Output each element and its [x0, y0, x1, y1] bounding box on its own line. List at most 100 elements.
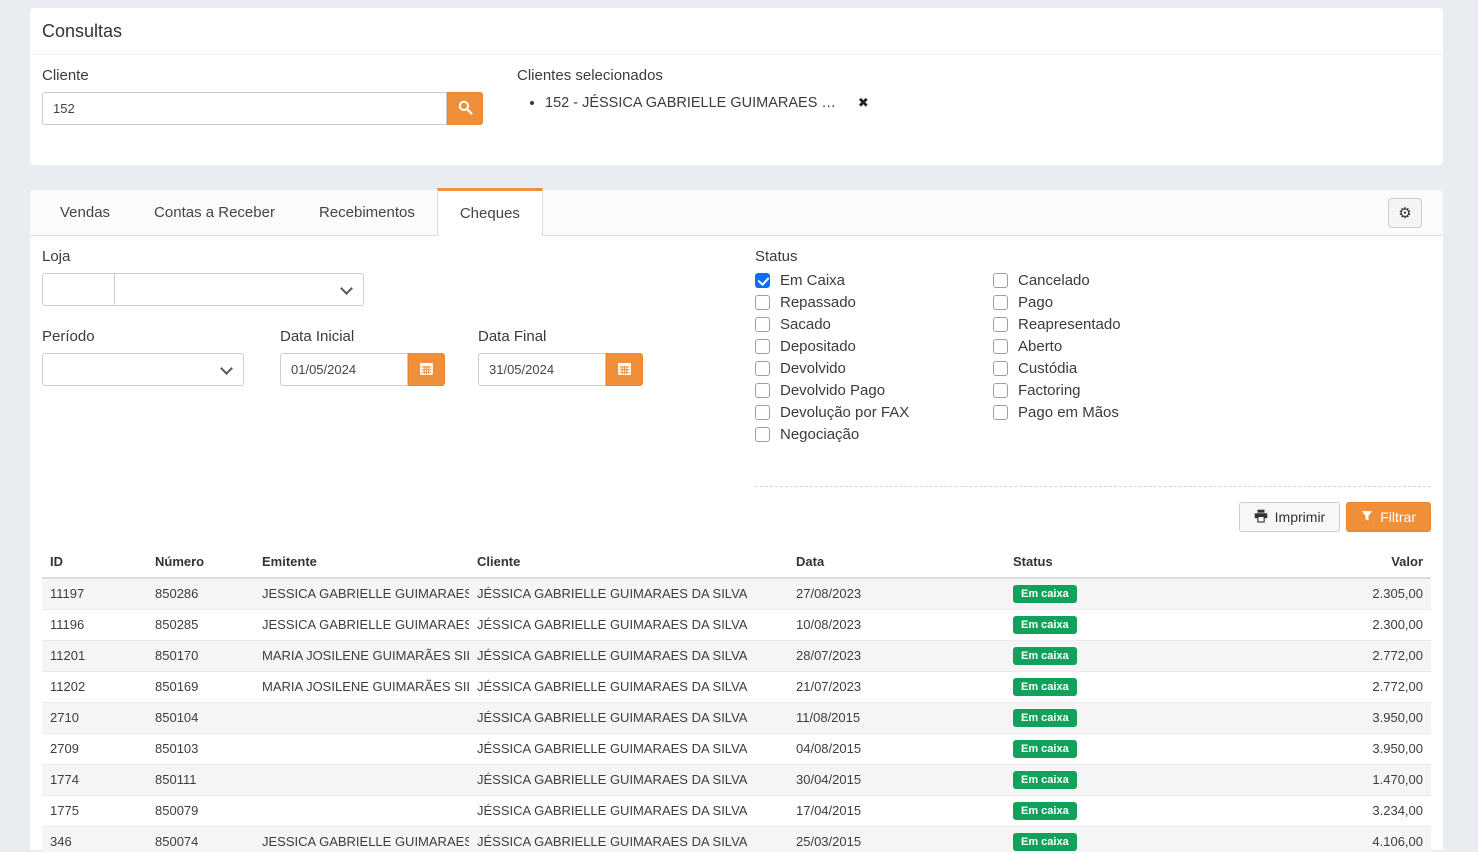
status-option-label: Devolução por FAX: [780, 405, 909, 420]
status-option-sacado[interactable]: Sacado: [755, 317, 993, 332]
table-row[interactable]: 11202850169MARIA JOSILENE GUIMARÃES SILV…: [42, 671, 1431, 702]
table-row[interactable]: 1774850111JÉSSICA GABRIELLE GUIMARAES DA…: [42, 764, 1431, 795]
cheques-table-body: 11197850286JESSICA GABRIELLE GUIMARAES D…: [42, 578, 1431, 852]
cliente-search-input[interactable]: [42, 92, 447, 125]
cliente-search-button[interactable]: [447, 92, 483, 125]
checkbox-icon[interactable]: [993, 405, 1008, 420]
table-row[interactable]: 1775850079JÉSSICA GABRIELLE GUIMARAES DA…: [42, 795, 1431, 826]
data-inicial-label: Data Inicial: [280, 328, 445, 345]
status-option-pago-em-mãos[interactable]: Pago em Mãos: [993, 405, 1121, 420]
cell-data: 30/04/2015: [788, 764, 1005, 795]
status-option-depositado[interactable]: Depositado: [755, 339, 993, 354]
cell-data: 25/03/2015: [788, 826, 1005, 852]
cell-emitente: JESSICA GABRIELLE GUIMARAES D…: [254, 578, 469, 609]
status-option-cancelado[interactable]: Cancelado: [993, 273, 1121, 288]
checkbox-icon[interactable]: [993, 317, 1008, 332]
cell-status: Em caixa: [1005, 671, 1205, 702]
checkbox-checked-icon[interactable]: [755, 273, 770, 288]
status-badge: Em caixa: [1013, 709, 1077, 727]
checkbox-icon[interactable]: [993, 361, 1008, 376]
checkbox-icon[interactable]: [993, 383, 1008, 398]
cell-valor: 2.772,00: [1205, 640, 1431, 671]
selected-client-item: 152 - JÉSSICA GABRIELLE GUIMARAES …✖: [545, 95, 869, 111]
cell-valor: 3.950,00: [1205, 702, 1431, 733]
checkbox-icon[interactable]: [755, 427, 770, 442]
cell-valor: 2.305,00: [1205, 578, 1431, 609]
data-inicial-input[interactable]: [280, 353, 408, 386]
loja-code-input[interactable]: [42, 273, 115, 306]
cell-id: 1775: [42, 795, 147, 826]
cell-emitente: MARIA JOSILENE GUIMARÃES SILVA: [254, 671, 469, 702]
table-row[interactable]: 2710850104JÉSSICA GABRIELLE GUIMARAES DA…: [42, 702, 1431, 733]
cell-status: Em caixa: [1005, 764, 1205, 795]
page-title: Consultas: [30, 8, 1443, 55]
status-option-devolvido-pago[interactable]: Devolvido Pago: [755, 383, 993, 398]
cell-status: Em caixa: [1005, 702, 1205, 733]
imprimir-button-label: Imprimir: [1275, 509, 1326, 525]
loja-select[interactable]: [114, 273, 364, 306]
cell-emitente: JESSICA GABRIELLE GUIMARAES SILVA: [254, 826, 469, 852]
status-option-pago[interactable]: Pago: [993, 295, 1121, 310]
checkbox-icon[interactable]: [755, 317, 770, 332]
status-badge: Em caixa: [1013, 740, 1077, 758]
cheques-table: ID Número Emitente Cliente Data Status V…: [42, 546, 1431, 852]
results-panel: VendasContas a ReceberRecebimentosCheque…: [30, 190, 1443, 850]
data-final-calendar-button[interactable]: [606, 353, 643, 386]
checkbox-icon[interactable]: [993, 273, 1008, 288]
cell-valor: 1.470,00: [1205, 764, 1431, 795]
data-final-input[interactable]: [478, 353, 606, 386]
filtrar-button-label: Filtrar: [1380, 509, 1416, 525]
col-header-cliente: Cliente: [469, 546, 788, 578]
table-row[interactable]: 11196850285JESSICA GABRIELLE GUIMARAES D…: [42, 609, 1431, 640]
status-badge: Em caixa: [1013, 833, 1077, 851]
tab-vendas[interactable]: Vendas: [38, 190, 132, 235]
printer-icon: [1254, 509, 1268, 526]
filtrar-button[interactable]: Filtrar: [1346, 502, 1431, 532]
checkbox-icon[interactable]: [755, 405, 770, 420]
filter-icon: [1361, 509, 1373, 525]
status-option-devolução-por-fax[interactable]: Devolução por FAX: [755, 405, 993, 420]
table-row[interactable]: 2709850103JÉSSICA GABRIELLE GUIMARAES DA…: [42, 733, 1431, 764]
cell-status: Em caixa: [1005, 640, 1205, 671]
cell-valor: 4.106,00: [1205, 826, 1431, 852]
cell-status: Em caixa: [1005, 826, 1205, 852]
checkbox-icon[interactable]: [755, 295, 770, 310]
table-row[interactable]: 11197850286JESSICA GABRIELLE GUIMARAES D…: [42, 578, 1431, 609]
remove-client-icon[interactable]: ✖: [858, 95, 869, 110]
cell-id: 2709: [42, 733, 147, 764]
checkbox-icon[interactable]: [993, 339, 1008, 354]
data-final-label: Data Final: [478, 328, 643, 345]
cell-status: Em caixa: [1005, 578, 1205, 609]
checkbox-icon[interactable]: [755, 339, 770, 354]
checkbox-icon[interactable]: [993, 295, 1008, 310]
clientes-selecionados-label: Clientes selecionados: [517, 67, 869, 84]
tab-recebimentos[interactable]: Recebimentos: [297, 190, 437, 235]
status-option-reapresentado[interactable]: Reapresentado: [993, 317, 1121, 332]
cell-emitente: [254, 795, 469, 826]
cell-numero: 850170: [147, 640, 254, 671]
status-option-repassado[interactable]: Repassado: [755, 295, 993, 310]
status-option-negociação[interactable]: Negociação: [755, 427, 993, 442]
periodo-select[interactable]: [42, 353, 244, 386]
cell-id: 11196: [42, 609, 147, 640]
status-option-em-caixa[interactable]: Em Caixa: [755, 273, 993, 288]
cell-status: Em caixa: [1005, 795, 1205, 826]
cell-emitente: [254, 764, 469, 795]
settings-button[interactable]: ⚙: [1388, 198, 1422, 228]
table-row[interactable]: 346850074JESSICA GABRIELLE GUIMARAES SIL…: [42, 826, 1431, 852]
status-option-devolvido[interactable]: Devolvido: [755, 361, 993, 376]
checkbox-icon[interactable]: [755, 383, 770, 398]
tab-contas-a-receber[interactable]: Contas a Receber: [132, 190, 297, 235]
table-row[interactable]: 11201850170MARIA JOSILENE GUIMARÃES SILV…: [42, 640, 1431, 671]
status-option-aberto[interactable]: Aberto: [993, 339, 1121, 354]
imprimir-button[interactable]: Imprimir: [1239, 502, 1341, 532]
cell-cliente: JÉSSICA GABRIELLE GUIMARAES DA SILVA: [469, 640, 788, 671]
tab-cheques[interactable]: Cheques: [437, 188, 543, 236]
status-badge: Em caixa: [1013, 678, 1077, 696]
cell-cliente: JÉSSICA GABRIELLE GUIMARAES DA SILVA: [469, 578, 788, 609]
col-header-emitente: Emitente: [254, 546, 469, 578]
checkbox-icon[interactable]: [755, 361, 770, 376]
status-option-custódia[interactable]: Custódia: [993, 361, 1121, 376]
status-option-factoring[interactable]: Factoring: [993, 383, 1121, 398]
data-inicial-calendar-button[interactable]: [408, 353, 445, 386]
